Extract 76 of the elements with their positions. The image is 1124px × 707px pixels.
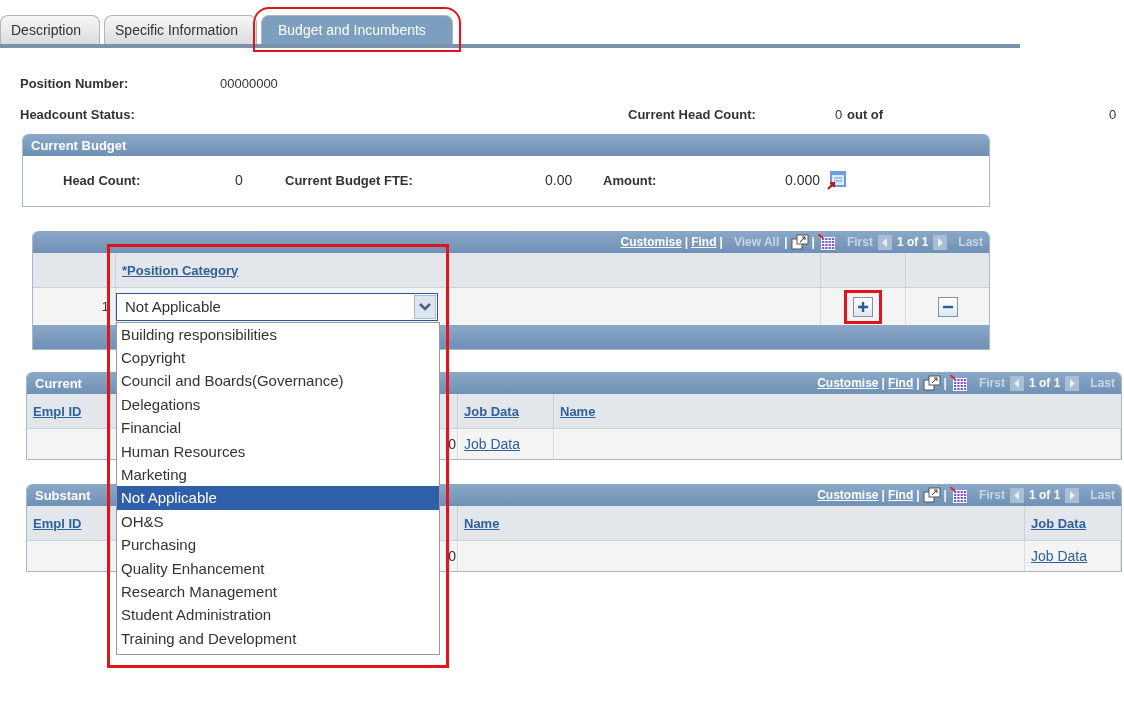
grid-icon[interactable] [949,374,968,392]
tab[interactable]: Specific Information [104,15,257,44]
previous-icon[interactable] [1009,487,1024,503]
field-label: Current Budget FTE: [285,172,414,188]
nav-link-disabled: First [846,235,873,249]
field-value: 0 [1109,107,1118,122]
grid-icon[interactable] [817,233,836,251]
new-window-icon[interactable] [790,234,809,250]
separator: | [784,235,788,249]
separator: | [943,488,947,502]
dropdown-option[interactable]: Copyright [117,345,439,370]
dropdown-option[interactable]: Research Management [117,579,439,604]
previous-icon[interactable] [1009,375,1024,391]
separator: | [811,235,815,249]
grid-title: Current [35,375,82,391]
field-label: out of [847,107,885,122]
row-count: 1 of 1 [1028,376,1061,390]
dropdown-option[interactable]: Delegations [117,392,439,417]
separator: | [881,488,885,502]
next-icon[interactable] [1065,375,1080,391]
table-link[interactable]: Job Data [1031,548,1088,564]
grid-icon[interactable] [949,486,968,504]
nav-link-disabled: First [978,488,1005,502]
nav-link-disabled: Last [1090,376,1115,390]
new-window-icon[interactable] [922,487,941,503]
dropdown-caret-icon[interactable] [414,294,436,319]
field-label: Amount: [603,172,658,188]
row-count: 1 of 1 [896,235,929,249]
tab[interactable]: Description [0,15,101,44]
dropdown-option[interactable]: Not Applicable [117,486,439,510]
field-value: 00000000 [220,76,279,91]
field-label: Head Count: [63,172,142,188]
panel-title: Current Budget [31,137,127,153]
next-icon[interactable] [933,234,948,250]
column-header[interactable]: Name [464,515,500,531]
field-label: Headcount Status: [20,107,136,122]
grid-title: Substant [35,487,91,503]
field-value: 0 [835,107,844,122]
field-value: 0.00 [545,172,574,188]
dropdown-option[interactable]: Student Administration [117,603,439,627]
column-header[interactable]: Name [560,403,596,419]
nav-link-disabled: Last [1090,488,1115,502]
dropdown-option[interactable]: Marketing [117,462,439,487]
row-count: 1 of 1 [1028,488,1061,502]
separator: | [916,488,920,502]
next-icon[interactable] [1065,487,1080,503]
nav-link-disabled: First [978,376,1005,390]
separator: | [916,376,920,390]
dropdown-option[interactable]: Building responsibilities [117,322,439,346]
new-window-icon[interactable] [922,375,941,391]
dropdown-option[interactable]: OH&S [117,509,439,534]
nav-link-disabled: View All [733,235,780,249]
separator: | [881,376,885,390]
field-label: Current Head Count: [628,107,757,122]
dropdown-option[interactable]: Financial [117,416,439,440]
add-row-button[interactable] [853,296,873,317]
previous-icon[interactable] [877,234,892,250]
plus-icon [857,300,869,313]
nav-link-disabled: Last [958,235,983,249]
table-cell: 0 [448,436,456,452]
field-value: 0.000 [785,172,822,188]
field-label: Position Number: [20,76,130,91]
column-header[interactable]: *Position Category [122,262,239,278]
table-link[interactable]: Job Data [464,436,521,452]
dropdown-option[interactable]: Human Resources [117,439,439,463]
dropdown-option[interactable]: Training and Development [117,626,439,651]
field-value: 0 [235,172,244,188]
separator: | [684,235,689,249]
dropdown-option[interactable]: Quality Enhancement [117,556,439,580]
separator: | [719,235,723,249]
delete-row-button[interactable] [937,296,958,317]
dropdown-option[interactable]: Purchasing [117,533,439,557]
dropdown-option[interactable]: Council and Boards(Governance) [117,369,439,393]
separator: | [943,376,947,390]
calculator-icon[interactable] [827,170,847,190]
table-cell: 0 [448,548,456,564]
